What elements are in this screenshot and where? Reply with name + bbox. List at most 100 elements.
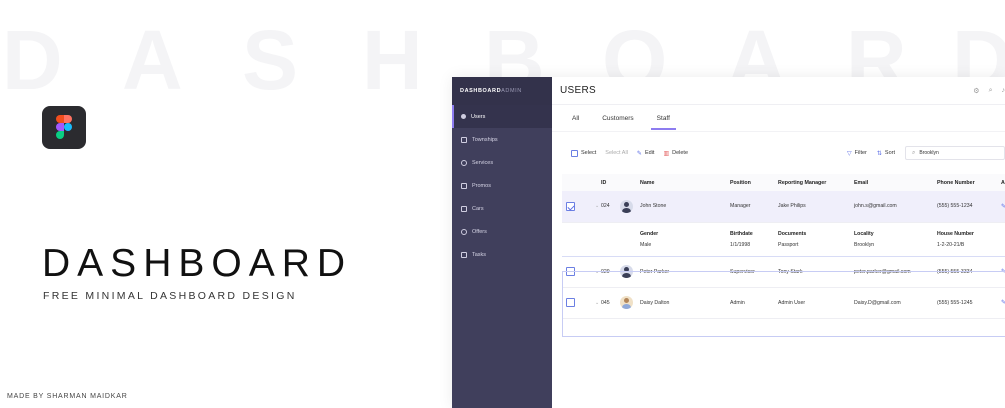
checkbox-icon — [571, 149, 578, 157]
detail-value: Brooklyn — [854, 241, 875, 248]
column-header-id[interactable]: ID — [601, 174, 620, 191]
toolbar-right: ▽ Filter ⇅ Sort ⌕ Brooklyn — [847, 146, 1005, 160]
column-header-actions[interactable]: A — [1001, 174, 1005, 191]
pencil-icon[interactable]: ✎ — [1001, 269, 1005, 275]
cell-email: Daisy.D@gmail.com — [854, 299, 901, 306]
delete-button[interactable]: ▥ Delete — [663, 150, 688, 157]
sidebar-item-label: Promos — [472, 182, 491, 189]
sidebar-item-services[interactable]: Services — [452, 151, 552, 174]
sort-icon: ⇅ — [876, 150, 882, 157]
figma-icon — [56, 115, 72, 139]
sidebar-item-label: Users — [471, 113, 486, 120]
select-label: Select — [581, 150, 597, 156]
building-icon — [461, 136, 467, 143]
cell-position: Supervisor — [730, 268, 755, 275]
card-icon — [461, 182, 467, 189]
brand-light: ADMIN — [501, 88, 522, 94]
cell-manager: Admin User — [778, 299, 806, 306]
tag-icon — [461, 228, 467, 235]
chevron-down-icon[interactable]: ⌄ — [595, 300, 599, 306]
bell-icon[interactable]: ♪ — [1002, 87, 1005, 95]
column-header-position[interactable]: Position — [730, 174, 778, 191]
brand-logo[interactable]: DASHBOARD ADMIN — [452, 77, 552, 105]
tab-bar: All Customers Staff — [552, 105, 1005, 132]
main-content: USERS ⚙ ⌕ ♪ All Customers Staff Select S… — [552, 77, 1005, 408]
cell-name: Peter Parker — [640, 268, 670, 275]
row-checkbox[interactable] — [566, 298, 575, 307]
row-detail: Gender Male Birthdate 1/1/1998 Documents Pa… — [562, 222, 1005, 256]
figma-logo — [42, 106, 86, 149]
cell-position: Admin — [730, 299, 745, 306]
row-checkbox[interactable] — [566, 267, 575, 276]
cell-name: Daisy Dalton — [640, 299, 670, 306]
sidebar-item-label: Services — [472, 159, 494, 166]
cell-email: john.s@gmail.com — [854, 203, 897, 210]
cell-id: 029 — [601, 268, 610, 275]
cell-phone: (555) 555-1245 — [937, 299, 973, 306]
watermark-letter: A — [122, 13, 183, 107]
chevron-down-icon[interactable]: ⌄ — [595, 269, 599, 275]
user-icon — [461, 114, 466, 119]
sidebar-item-label: Tasks — [472, 251, 487, 258]
filter-button[interactable]: ▽ Filter — [847, 150, 867, 157]
detail-label: Locality — [854, 230, 874, 237]
search-input[interactable]: ⌕ Brooklyn — [905, 146, 1005, 160]
cell-manager: Tony Stark — [778, 268, 803, 275]
trash-icon: ▥ — [663, 150, 670, 157]
watermark-letter: S — [242, 13, 299, 107]
table-toolbar: Select Select All ✎ Edit ▥ Delete ▽ Filt… — [552, 132, 1005, 174]
row-checkbox[interactable] — [566, 201, 575, 211]
sort-button[interactable]: ⇅ Sort — [877, 150, 895, 157]
detail-value: 1/1/1998 — [730, 241, 751, 248]
sidebar-item-townships[interactable]: Townships — [452, 128, 552, 151]
edit-button[interactable]: ✎ Edit — [637, 150, 655, 157]
column-header-phone[interactable]: Phone Number — [937, 174, 1001, 191]
settings-icon[interactable]: ⚙ — [973, 87, 979, 95]
pencil-icon[interactable]: ✎ — [1001, 300, 1005, 306]
tab-all[interactable]: All — [572, 115, 579, 122]
cell-id: 024 — [601, 203, 610, 210]
tab-staff[interactable]: Staff — [650, 115, 677, 130]
column-header-email[interactable]: Email — [854, 174, 937, 191]
select-all-button[interactable]: Select All — [605, 150, 628, 156]
detail-value: Male — [640, 241, 652, 248]
sidebar-item-users[interactable]: Users — [452, 105, 552, 128]
table-row[interactable]: ⌄ 024 John Stone Manager Jake Philips jo… — [562, 191, 1005, 222]
chevron-down-icon[interactable]: ⌄ — [595, 203, 599, 209]
table-row[interactable]: ⌄ 029 Peter Parker Supervisor Tony Stark… — [562, 256, 1005, 287]
table-row[interactable]: ⌄ 045 Daisy Dalton Admin Admin User Dais… — [562, 287, 1005, 318]
delete-label: Delete — [672, 150, 689, 156]
credit-text: MADE BY SHARMAN MAIDKAR — [7, 393, 128, 400]
users-table: ID Name Position Reporting Manager Email… — [562, 174, 1005, 319]
column-header-name[interactable]: Name — [640, 174, 730, 191]
cell-name: John Stone — [640, 203, 667, 210]
detail-label: Gender — [640, 230, 659, 237]
filter-label: Filter — [854, 150, 867, 156]
search-icon: ⌕ — [912, 149, 916, 156]
sidebar-item-cars[interactable]: Cars — [452, 197, 552, 220]
cell-manager: Jake Philips — [778, 203, 806, 210]
sidebar-item-tasks[interactable]: Tasks — [452, 243, 552, 266]
detail-value: 1-2-20-21/B — [937, 241, 965, 248]
cell-phone: (555) 555-3334 — [937, 268, 973, 275]
hero-title: DASHBOARD — [42, 242, 353, 285]
table-header: ID Name Position Reporting Manager Email… — [562, 174, 1005, 191]
detail-label: Birthdate — [730, 230, 753, 237]
select-all-label: Select All — [605, 150, 628, 156]
sidebar-item-promos[interactable]: Promos — [452, 174, 552, 197]
tab-customers[interactable]: Customers — [602, 115, 633, 122]
dashboard-window: DASHBOARD ADMIN Users Townships Services … — [452, 77, 1005, 408]
cell-id: 045 — [601, 299, 610, 306]
select-button[interactable]: Select — [571, 149, 597, 157]
search-icon[interactable]: ⌕ — [989, 87, 993, 95]
sidebar-item-label: Cars — [472, 205, 484, 212]
search-value: Brooklyn — [919, 150, 939, 156]
pencil-icon[interactable]: ✎ — [1001, 204, 1005, 210]
sidebar-item-offers[interactable]: Offers — [452, 220, 552, 243]
cell-email: peter.parker@gmail.com — [854, 268, 911, 275]
sidebar: DASHBOARD ADMIN Users Townships Services … — [452, 77, 552, 408]
gear-icon — [461, 159, 467, 166]
watermark-letter: D — [2, 13, 63, 107]
avatar — [620, 296, 633, 309]
column-header-manager[interactable]: Reporting Manager — [778, 174, 854, 191]
